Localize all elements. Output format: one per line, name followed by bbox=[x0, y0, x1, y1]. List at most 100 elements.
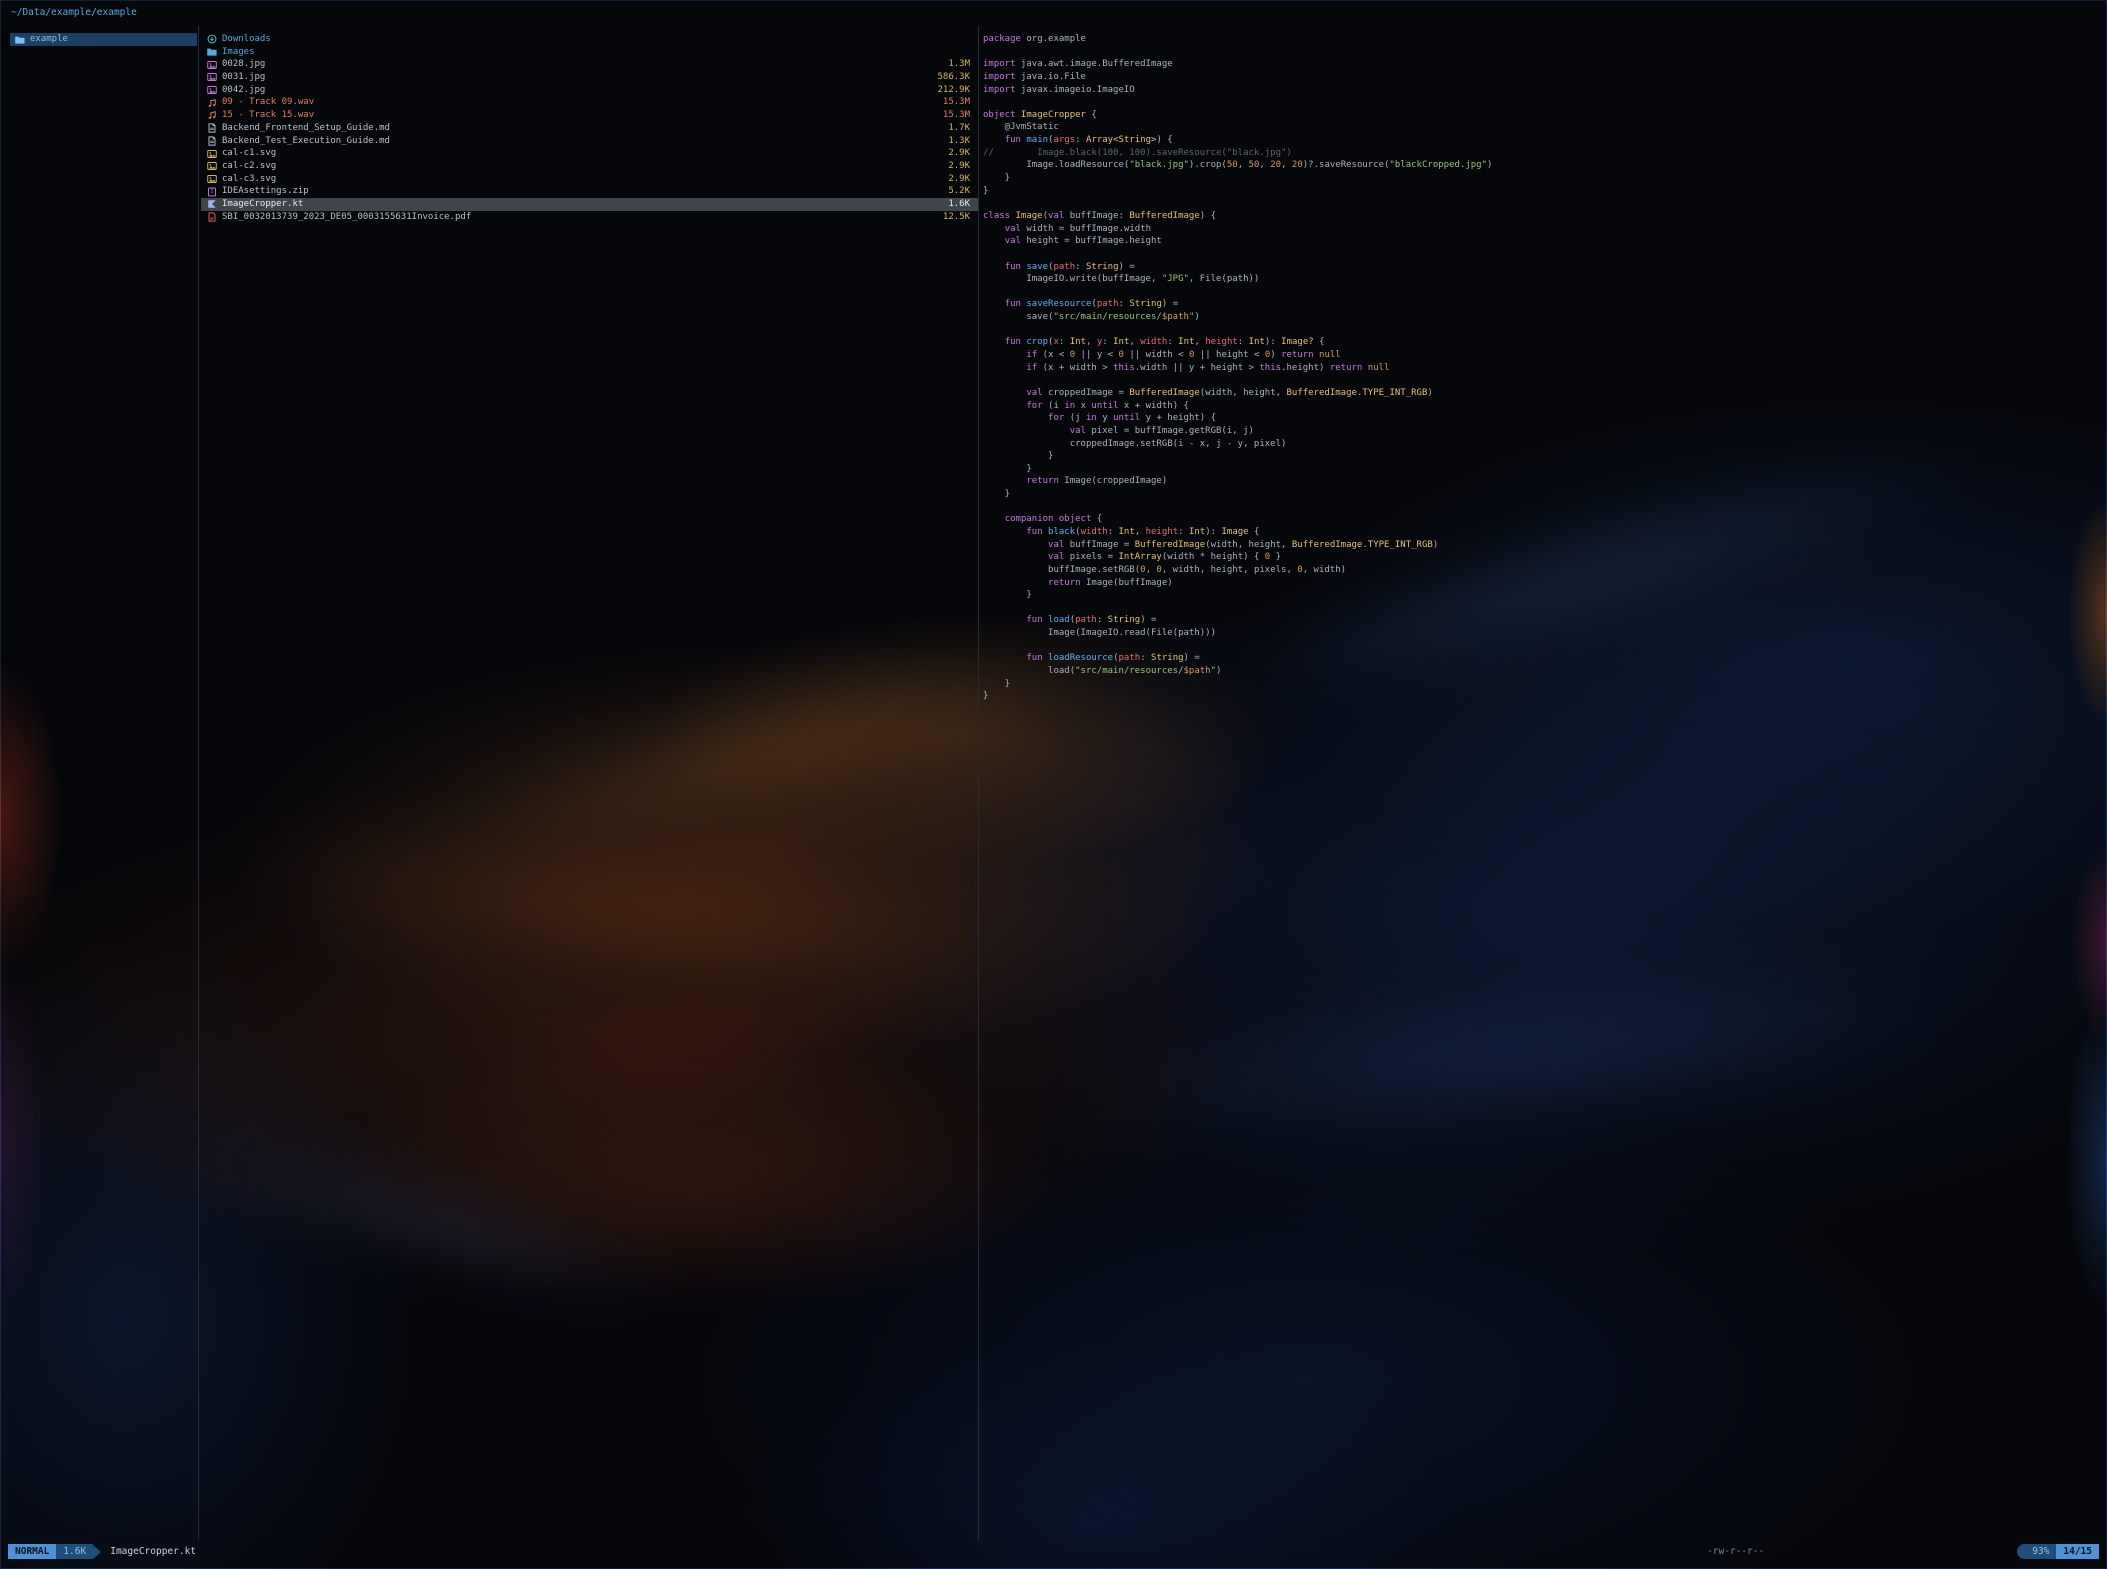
code-line: class Image(val buffImage: BufferedImage… bbox=[983, 210, 2095, 223]
code-line: import java.io.File bbox=[983, 71, 2095, 84]
code-line: } bbox=[983, 488, 2095, 501]
file-size: 212.9K bbox=[937, 84, 970, 97]
code-line: if (x + width > this.width || y + height… bbox=[983, 362, 2095, 375]
archive-icon bbox=[207, 186, 220, 197]
code-line: val width = buffImage.width bbox=[983, 223, 2095, 236]
code-line: fun load(path: String) = bbox=[983, 614, 2095, 627]
code-line: package org.example bbox=[983, 33, 2095, 46]
code-line: Image(ImageIO.read(File(path))) bbox=[983, 627, 2095, 640]
doc-icon bbox=[207, 135, 220, 146]
parent-dir-item[interactable]: example bbox=[10, 33, 197, 46]
file-name: Backend_Test_Execution_Guide.md bbox=[222, 135, 940, 148]
file-size: 1.7K bbox=[948, 122, 970, 135]
code-line: fun crop(x: Int, y: Int, width: Int, hei… bbox=[983, 336, 2095, 349]
image-icon bbox=[207, 173, 220, 184]
code-line: val height = buffImage.height bbox=[983, 235, 2095, 248]
file-size: 2.9K bbox=[948, 173, 970, 186]
file-row[interactable]: Images bbox=[201, 46, 978, 59]
code-view: package org.example import java.awt.imag… bbox=[983, 33, 2095, 703]
file-row[interactable]: 09 - Track 09.wav15.3M bbox=[201, 96, 978, 109]
code-line: for (j in y until y + height) { bbox=[983, 412, 2095, 425]
file-row[interactable]: IDEAsettings.zip5.2K bbox=[201, 185, 978, 198]
file-row[interactable]: cal-c2.svg2.9K bbox=[201, 160, 978, 173]
code-line: fun saveResource(path: String) = bbox=[983, 298, 2095, 311]
pane-divider bbox=[198, 26, 199, 1540]
code-line: save("src/main/resources/$path") bbox=[983, 311, 2095, 324]
file-size-badge: 1.6K bbox=[56, 1544, 93, 1559]
file-row[interactable]: cal-c3.svg 2.9K bbox=[201, 173, 978, 186]
folder-icon bbox=[207, 47, 220, 58]
status-bar: NORMAL 1.6K ImageCropper.kt -rw-r--r-- 9… bbox=[8, 1544, 2099, 1559]
file-row[interactable]: cal-c1.svg 2.9K bbox=[201, 147, 978, 160]
mode-indicator: NORMAL bbox=[8, 1544, 56, 1559]
file-name: 09 - Track 09.wav bbox=[222, 96, 935, 109]
code-line bbox=[983, 248, 2095, 261]
code-line: Image.loadResource("black.jpg").crop(50,… bbox=[983, 159, 2095, 172]
code-line: return Image(buffImage) bbox=[983, 577, 2095, 590]
code-line: } bbox=[983, 589, 2095, 602]
file-row[interactable]: Backend_Frontend_Setup_Guide.md 1.7K bbox=[201, 122, 978, 135]
audio-icon bbox=[207, 110, 220, 121]
image-icon bbox=[207, 59, 220, 70]
file-name: 0028.jpg bbox=[222, 58, 940, 71]
code-line: fun save(path: String) = bbox=[983, 261, 2095, 274]
code-line bbox=[983, 501, 2095, 514]
file-row[interactable]: 15 - Track 15.wav 15.3M bbox=[201, 109, 978, 122]
code-line: for (i in x until x + width) { bbox=[983, 400, 2095, 413]
code-line: val croppedImage = BufferedImage(width, … bbox=[983, 387, 2095, 400]
audio-icon bbox=[207, 97, 220, 108]
code-line: companion object { bbox=[983, 513, 2095, 526]
cursor-position-badge: 14/15 bbox=[2056, 1544, 2099, 1559]
parent-pane: example bbox=[10, 33, 197, 46]
doc-icon bbox=[207, 123, 220, 134]
file-size: 15.3M bbox=[943, 109, 970, 122]
code-line bbox=[983, 197, 2095, 210]
file-name: cal-c2.svg bbox=[222, 160, 940, 173]
code-line: import java.awt.image.BufferedImage bbox=[983, 58, 2095, 71]
file-name: cal-c1.svg bbox=[222, 147, 940, 160]
file-permissions: -rw-r--r-- bbox=[1707, 1546, 1764, 1557]
file-name: ImageCropper.kt bbox=[222, 198, 940, 211]
image-icon bbox=[207, 161, 220, 172]
code-line: if (x < 0 || y < 0 || width < 0 || heigh… bbox=[983, 349, 2095, 362]
file-row[interactable]: 0028.jpg1.3M bbox=[201, 58, 978, 71]
scroll-percent-badge: 93% bbox=[2025, 1544, 2056, 1559]
file-row[interactable]: SBI_0032013739_2023_DE05_0003155631Invoi… bbox=[201, 211, 978, 224]
code-line bbox=[983, 46, 2095, 59]
code-line bbox=[983, 602, 2095, 615]
pdf-icon bbox=[207, 211, 220, 222]
parent-dir-label: example bbox=[30, 33, 68, 46]
code-line bbox=[983, 324, 2095, 337]
file-row[interactable]: Downloads bbox=[201, 33, 978, 46]
code-line: } bbox=[983, 450, 2095, 463]
file-size: 12.5K bbox=[943, 211, 970, 224]
file-name: 0031.jpg bbox=[222, 71, 929, 84]
code-line: fun main(args: Array<String>) { bbox=[983, 134, 2095, 147]
separator-arrow-icon bbox=[93, 1545, 101, 1559]
file-size: 1.6K bbox=[948, 198, 970, 211]
code-line: val pixel = buffImage.getRGB(i, j) bbox=[983, 425, 2095, 438]
code-line: load("src/main/resources/$path") bbox=[983, 665, 2095, 678]
file-list: DownloadsImages0028.jpg1.3M0031.jpg586.3… bbox=[201, 33, 978, 223]
code-line: val buffImage = BufferedImage(width, hei… bbox=[983, 539, 2095, 552]
code-line: croppedImage.setRGB(i - x, j - y, pixel) bbox=[983, 438, 2095, 451]
file-row[interactable]: Backend_Test_Execution_Guide.md1.3K bbox=[201, 135, 978, 148]
kotlin-icon bbox=[207, 199, 220, 210]
download-icon bbox=[207, 34, 220, 45]
file-row[interactable]: 0042.jpg 212.9K bbox=[201, 84, 978, 97]
file-row[interactable]: ImageCropper.kt 1.6K bbox=[201, 198, 978, 211]
file-name: Backend_Frontend_Setup_Guide.md bbox=[222, 122, 940, 135]
code-line: ImageIO.write(buffImage, "JPG", File(pat… bbox=[983, 273, 2095, 286]
file-name: Downloads bbox=[222, 33, 962, 46]
code-line: } bbox=[983, 172, 2095, 185]
file-name: 15 - Track 15.wav bbox=[222, 109, 935, 122]
file-name: 0042.jpg bbox=[222, 84, 929, 97]
folder-icon bbox=[15, 34, 28, 45]
status-filename: ImageCropper.kt bbox=[110, 1546, 196, 1557]
file-name: cal-c3.svg bbox=[222, 173, 940, 186]
file-row[interactable]: 0031.jpg586.3K bbox=[201, 71, 978, 84]
file-size: 2.9K bbox=[948, 147, 970, 160]
preview-pane[interactable]: package org.example import java.awt.imag… bbox=[983, 33, 2095, 1538]
code-line bbox=[983, 374, 2095, 387]
image-icon bbox=[207, 85, 220, 96]
